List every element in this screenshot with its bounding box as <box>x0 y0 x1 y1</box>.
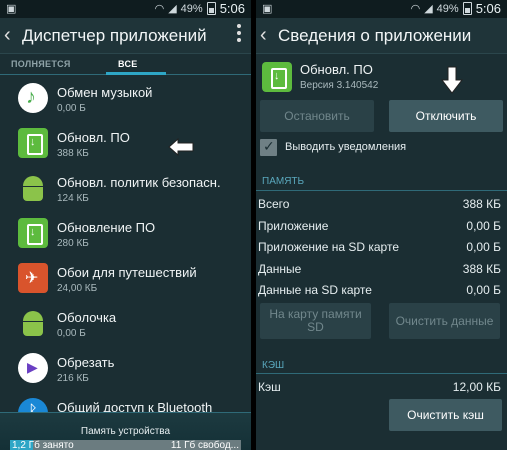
cache-row: Кэш 12,00 КБ <box>258 378 501 398</box>
memory-value: 388 КБ <box>462 197 501 211</box>
app-version: Версия 3.140542 <box>300 80 379 91</box>
wifi-icon: ◠ <box>154 2 165 15</box>
memory-value: 0,00 Б <box>466 219 501 233</box>
battery-percent: 49% <box>436 2 459 15</box>
section-divider <box>256 190 507 191</box>
signal-icon: ◢ <box>424 2 433 15</box>
memory-label: Данные <box>258 262 302 276</box>
list-item[interactable]: Обрезать 216 КБ <box>0 346 251 391</box>
memory-row-data: Данные 388 КБ <box>258 260 501 280</box>
pointer-arrow-left-icon <box>168 138 194 156</box>
back-arrow-icon[interactable]: ‹ <box>4 23 11 47</box>
action-bar: ‹ Диспетчер приложений <box>0 18 251 54</box>
clock: 5:06 <box>475 1 501 16</box>
tab-active-indicator <box>106 72 166 75</box>
list-item[interactable]: Оболочка 0,00 Б <box>0 301 251 346</box>
back-arrow-icon[interactable]: ‹ <box>260 23 267 47</box>
app-name: Обновление ПО <box>57 220 156 235</box>
software-update-icon <box>18 218 48 248</box>
action-bar: ‹ Сведения о приложении <box>256 18 507 54</box>
app-name: Обои для путешествий <box>57 265 197 280</box>
overflow-menu-icon[interactable] <box>237 24 241 45</box>
app-size: 24,00 КБ <box>57 283 98 294</box>
app-size: 124 КБ <box>57 193 89 204</box>
status-bar: ▣ ◠ ◢ 49% 5:06 <box>0 0 251 18</box>
app-manager-screen: ▣ ◠ ◢ 49% 5:06 ‹ Диспетчер приложений ПО… <box>0 0 251 450</box>
list-item[interactable]: Обновл. политик безопасн. 124 КБ <box>0 166 251 211</box>
app-info-screen: ▣ ◠ ◢ 49% 5:06 ‹ Сведения о приложении О… <box>256 0 507 450</box>
trim-play-icon <box>18 353 48 383</box>
memory-row-data-sd: Данные на SD карте 0,00 Б <box>258 281 501 301</box>
memory-section-header: ПАМЯТЬ <box>262 176 305 187</box>
notifications-checkbox[interactable] <box>260 138 277 156</box>
device-storage-bar: Память устройства 1,2 Гб занято 11 Гб св… <box>0 412 251 450</box>
image-notification-icon: ▣ <box>262 3 273 15</box>
memory-label: Приложение на SD карте <box>258 240 399 254</box>
battery-icon <box>206 2 216 15</box>
pointer-arrow-down-icon <box>441 66 463 94</box>
app-name: Обмен музыкой <box>57 85 153 100</box>
app-name: Оболочка <box>57 310 117 325</box>
music-share-icon <box>18 83 48 113</box>
app-size: 388 КБ <box>57 148 89 159</box>
list-item[interactable]: Обои для путешествий 24,00 КБ <box>0 256 251 301</box>
memory-value: 0,00 Б <box>466 283 501 297</box>
storage-free-text: 11 Гб свобод... <box>170 440 239 450</box>
status-bar: ▣ ◠ ◢ 49% 5:06 <box>256 0 507 18</box>
memory-row-total: Всего 388 КБ <box>258 195 501 215</box>
page-title: Диспетчер приложений <box>22 26 207 45</box>
page-title: Сведения о приложении <box>278 26 472 45</box>
storage-title: Память устройства <box>80 426 171 437</box>
list-item[interactable]: Обновление ПО 280 КБ <box>0 211 251 256</box>
battery-icon <box>462 2 472 15</box>
storage-used-text: 1,2 Гб занято <box>12 440 74 450</box>
clear-data-button[interactable]: Очистить данные <box>389 303 500 339</box>
cache-value: 12,00 КБ <box>452 380 501 394</box>
list-item[interactable]: Обновл. ПО 388 КБ <box>0 121 251 166</box>
app-size: 0,00 Б <box>57 103 86 114</box>
app-list: Обмен музыкой 0,00 Б Обновл. ПО 388 КБ О… <box>0 76 251 436</box>
app-size: 280 КБ <box>57 238 89 249</box>
tab-running[interactable]: ПОЛНЯЕТСЯ <box>11 59 71 69</box>
software-update-icon <box>18 128 48 158</box>
clock: 5:06 <box>219 1 245 16</box>
app-header: Обновл. ПО Версия 3.140542 <box>256 58 507 98</box>
memory-row-app-sd: Приложение на SD карте 0,00 Б <box>258 238 501 258</box>
app-name: Обновл. ПО <box>57 130 130 145</box>
memory-row-app: Приложение 0,00 Б <box>258 217 501 237</box>
app-name: Обновл. ПО <box>300 62 373 77</box>
clear-cache-button[interactable]: Очистить кэш <box>389 399 502 431</box>
move-to-sd-button[interactable]: На карту памяти SD <box>260 303 371 339</box>
wifi-icon: ◠ <box>410 2 421 15</box>
memory-label: Данные на SD карте <box>258 283 372 297</box>
disable-button[interactable]: Отключить <box>389 100 503 132</box>
section-divider <box>256 373 507 374</box>
memory-label: Всего <box>258 197 290 211</box>
tab-bar: ПОЛНЯЕТСЯ ВСЕ <box>0 55 251 75</box>
tab-all[interactable]: ВСЕ <box>118 59 138 69</box>
list-item[interactable]: Обмен музыкой 0,00 Б <box>0 76 251 121</box>
stop-button[interactable]: Остановить <box>260 100 374 132</box>
memory-value: 388 КБ <box>462 262 501 276</box>
memory-label: Приложение <box>258 219 329 233</box>
android-icon <box>18 308 48 338</box>
cache-section-header: КЭШ <box>262 360 285 371</box>
battery-percent: 49% <box>180 2 203 15</box>
cache-label: Кэш <box>258 380 281 394</box>
app-name: Обновл. политик безопасн. <box>57 175 221 190</box>
signal-icon: ◢ <box>168 2 177 15</box>
notifications-label: Выводить уведомления <box>285 141 407 153</box>
app-name: Обрезать <box>57 355 115 370</box>
app-size: 216 КБ <box>57 373 89 384</box>
app-size: 0,00 Б <box>57 328 86 339</box>
software-update-icon <box>262 62 292 92</box>
memory-value: 0,00 Б <box>466 240 501 254</box>
image-notification-icon: ▣ <box>6 3 17 15</box>
travel-wallpaper-icon <box>18 263 48 293</box>
android-icon <box>18 173 48 203</box>
